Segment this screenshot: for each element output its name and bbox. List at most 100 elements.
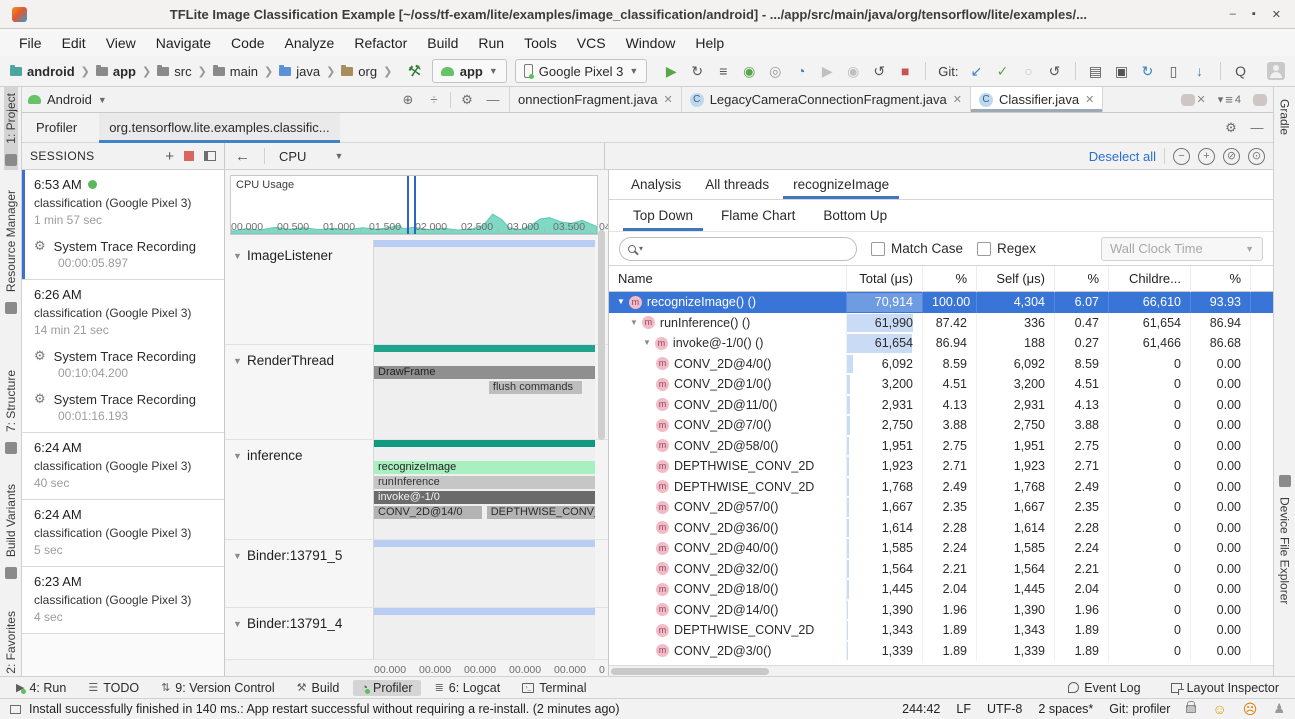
clock-mode-dropdown[interactable]: Wall Clock Time ▼ bbox=[1101, 237, 1263, 261]
maximize-icon[interactable]: ▪ bbox=[1252, 8, 1256, 21]
hide-panel-icon[interactable]: — bbox=[483, 92, 503, 107]
search-box[interactable]: ▾ bbox=[619, 237, 857, 261]
deselect-all-link[interactable]: Deselect all bbox=[1089, 149, 1156, 164]
thread-track[interactable] bbox=[374, 240, 595, 344]
subtab-bottom-up[interactable]: Bottom Up bbox=[813, 200, 897, 231]
menu-item-vcs[interactable]: VCS bbox=[568, 32, 615, 54]
recording-item[interactable]: ⚙System Trace Recording bbox=[34, 238, 216, 254]
lock-icon[interactable] bbox=[1186, 705, 1196, 713]
device-manager-icon[interactable]: ▤ bbox=[1084, 60, 1108, 82]
debug-icon[interactable]: ◉ bbox=[737, 60, 761, 82]
happy-face-icon[interactable]: ☺ bbox=[1212, 702, 1226, 716]
expand-arrow-icon[interactable]: ▼ bbox=[630, 313, 638, 334]
table-hscrollbar[interactable] bbox=[609, 665, 1273, 676]
session-card[interactable]: 6:26 AMclassification (Google Pixel 3)14… bbox=[22, 280, 224, 433]
toolwindow-build[interactable]: ⚒Build bbox=[289, 680, 348, 696]
match-case-checkbox[interactable]: Match Case bbox=[871, 241, 963, 256]
locate-file-icon[interactable]: ⊕ bbox=[398, 92, 418, 108]
line-ending[interactable]: LF bbox=[956, 702, 971, 716]
caret-position[interactable]: 244:42 bbox=[902, 702, 940, 716]
selection-range-end[interactable] bbox=[414, 176, 416, 234]
thread-track[interactable]: recognizeImagerunInferenceinvoke@-1/0CON… bbox=[374, 440, 595, 539]
threads-scrollbar[interactable] bbox=[598, 230, 605, 440]
thread-label[interactable]: ▼RenderThread bbox=[225, 345, 374, 439]
scrollbar-thumb[interactable] bbox=[611, 668, 769, 675]
column-header[interactable]: Childre... bbox=[1109, 266, 1191, 292]
menu-item-view[interactable]: View bbox=[97, 32, 145, 54]
sidebar-item----project[interactable]: 1: Project bbox=[4, 87, 18, 170]
thread-label[interactable]: ▼ImageListener bbox=[225, 240, 374, 344]
search-everywhere-icon[interactable]: Q bbox=[1229, 60, 1253, 82]
chevron-down-icon[interactable]: ▼ bbox=[233, 551, 242, 561]
menu-item-refactor[interactable]: Refactor bbox=[345, 32, 416, 54]
thread-row[interactable]: ▼Binder:13791_5 bbox=[225, 540, 608, 608]
hidden-tabs-dropdown[interactable]: ▾≡4 bbox=[1212, 87, 1247, 112]
sad-face-icon[interactable]: ☹ bbox=[1243, 702, 1258, 716]
checkbox-icon[interactable] bbox=[871, 242, 885, 256]
checkbox-icon[interactable] bbox=[977, 242, 991, 256]
device-mirroring-icon[interactable]: ▯ bbox=[1162, 60, 1186, 82]
menu-item-navigate[interactable]: Navigate bbox=[147, 32, 220, 54]
chevron-down-icon[interactable]: ▼ bbox=[233, 619, 242, 629]
git-branch[interactable]: Git: profiler bbox=[1109, 702, 1170, 716]
reset-zoom-icon[interactable]: ⊘ bbox=[1223, 148, 1240, 165]
table-row[interactable]: mCONV_2D@4/0()6,0928.596,0928.5900.00 bbox=[609, 354, 1273, 375]
tab-analysis[interactable]: Analysis bbox=[621, 170, 691, 199]
toolwindow-9--version-control[interactable]: ⇅9: Version Control bbox=[153, 680, 283, 696]
toolwindow-6--logcat[interactable]: ≣6: Logcat bbox=[427, 680, 509, 696]
expand-arrow-icon[interactable]: ▼ bbox=[643, 333, 651, 354]
column-header[interactable]: % bbox=[1055, 266, 1109, 292]
table-row[interactable]: mCONV_2D@40/0()1,5852.241,5852.2400.00 bbox=[609, 538, 1273, 559]
toggle-toolwindows-icon[interactable] bbox=[10, 705, 21, 714]
session-card[interactable]: 6:24 AMclassification (Google Pixel 3)5 … bbox=[22, 500, 224, 567]
hide-panel-icon[interactable]: — bbox=[1247, 120, 1267, 135]
sidebar-item-gradle[interactable]: Gradle bbox=[1278, 93, 1292, 141]
indent[interactable]: 2 spaces* bbox=[1038, 702, 1093, 716]
run-icon[interactable]: ▶ bbox=[659, 60, 683, 82]
git-commit-icon[interactable]: ✓ bbox=[991, 60, 1015, 82]
table-row[interactable]: mCONV_2D@14/0()1,3901.961,3901.9600.00 bbox=[609, 600, 1273, 621]
stop-icon[interactable]: ■ bbox=[893, 60, 917, 82]
table-row[interactable]: mCONV_2D@36/0()1,6142.281,6142.2800.00 bbox=[609, 518, 1273, 539]
collapse-all-icon[interactable]: ÷ bbox=[424, 92, 444, 107]
tab-all-threads[interactable]: All threads bbox=[695, 170, 779, 199]
thread-track[interactable] bbox=[374, 540, 595, 607]
table-row[interactable]: mCONV_2D@18/0()1,4452.041,4452.0400.00 bbox=[609, 579, 1273, 600]
add-session-icon[interactable]: + bbox=[165, 148, 174, 165]
menu-item-window[interactable]: Window bbox=[617, 32, 685, 54]
search-input[interactable] bbox=[646, 241, 848, 256]
sidebar-item-device-file-explorer[interactable]: Device File Explorer bbox=[1278, 471, 1292, 610]
table-row[interactable]: mCONV_2D@11/0()2,9314.132,9314.1300.00 bbox=[609, 395, 1273, 416]
run-disabled-icon[interactable]: ▶ bbox=[815, 60, 839, 82]
chevron-down-icon[interactable]: ▼ bbox=[233, 356, 242, 366]
user-silhouette-icon[interactable]: ♟ bbox=[1273, 701, 1285, 717]
thread-row[interactable]: ▼Binder:13791_4 bbox=[225, 608, 608, 660]
expand-arrow-icon[interactable]: ▼ bbox=[617, 292, 625, 313]
column-header[interactable]: Name bbox=[609, 266, 847, 292]
column-header[interactable]: % bbox=[923, 266, 977, 292]
thread-label[interactable]: ▼inference bbox=[225, 440, 374, 539]
recording-item[interactable]: ⚙System Trace Recording bbox=[34, 348, 216, 364]
breadcrumb-item[interactable]: java bbox=[279, 64, 320, 79]
session-card[interactable]: 6:24 AMclassification (Google Pixel 3)40… bbox=[22, 433, 224, 500]
session-card[interactable]: 6:23 AMclassification (Google Pixel 3)4 … bbox=[22, 567, 224, 634]
collapse-sessions-icon[interactable] bbox=[204, 151, 216, 161]
toolwindow-4--run[interactable]: ▶4: Run bbox=[8, 680, 74, 696]
table-row[interactable]: mCONV_2D@58/0()1,9512.751,9512.7500.00 bbox=[609, 436, 1273, 457]
table-row[interactable]: mDEPTHWISE_CONV_2D1,9232.711,9232.7100.0… bbox=[609, 456, 1273, 477]
close-icon[interactable]: ✕ bbox=[1085, 93, 1094, 106]
table-row[interactable]: mCONV_2D@57/0()1,6672.351,6672.3500.00 bbox=[609, 497, 1273, 518]
thread-track[interactable]: DrawFrameflush commands bbox=[374, 345, 595, 439]
column-header[interactable]: Total (μs) bbox=[847, 266, 923, 292]
zoom-in-icon[interactable]: + bbox=[1198, 148, 1215, 165]
toolwindow-profiler[interactable]: ◔Profiler bbox=[353, 680, 420, 696]
apply-code-changes-icon[interactable]: ≡ bbox=[711, 60, 735, 82]
device-dropdown[interactable]: Google Pixel 3 ▼ bbox=[515, 59, 647, 83]
sidebar-item----structure[interactable]: 7: Structure bbox=[4, 364, 18, 458]
gear-icon[interactable]: ⚙ bbox=[1221, 120, 1241, 136]
toolwindow-todo[interactable]: ☰TODO bbox=[80, 680, 147, 696]
menu-item-edit[interactable]: Edit bbox=[53, 32, 95, 54]
breadcrumb-item[interactable]: android bbox=[10, 64, 75, 79]
column-header[interactable]: % bbox=[1191, 266, 1251, 292]
git-rollback-icon[interactable]: ↺ bbox=[1043, 60, 1067, 82]
